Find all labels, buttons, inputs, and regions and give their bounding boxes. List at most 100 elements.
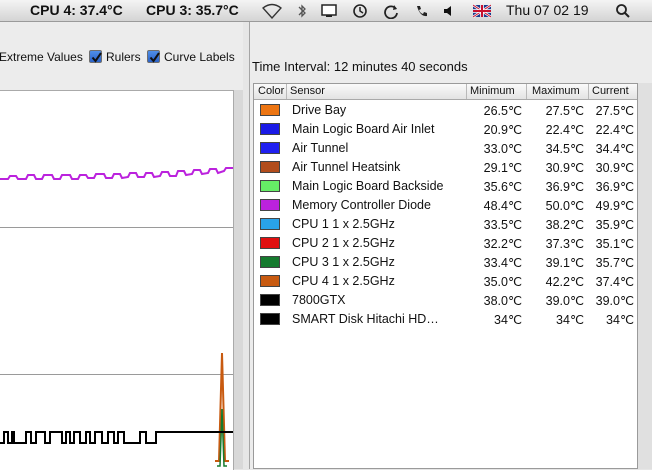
curve-labels-label[interactable]: Curve Labels [164, 50, 235, 64]
current-value: 34℃ [606, 313, 634, 327]
phone-icon[interactable] [414, 3, 430, 19]
rulers-label[interactable]: Rulers [106, 50, 141, 64]
minimum-value: 33.5℃ [483, 218, 522, 232]
table-row[interactable]: CPU 4 1 x 2.5GHz 35.0℃ 42.2℃ 37.4℃ [254, 272, 637, 291]
current-value: 36.9℃ [595, 180, 634, 194]
column-minimum[interactable]: Minimum [470, 85, 515, 97]
color-swatch[interactable] [260, 104, 280, 116]
table-row[interactable]: Main Logic Board Air Inlet 20.9℃ 22.4℃ 22.4… [254, 120, 637, 139]
table-row[interactable]: Drive Bay 26.5℃ 27.5℃ 27.5℃ [254, 101, 637, 120]
wifi-icon[interactable] [262, 3, 282, 19]
cpu4-temperature[interactable]: CPU 4: 37.4°C [30, 2, 123, 18]
maximum-value: 39.1℃ [545, 256, 584, 270]
color-swatch[interactable] [260, 275, 280, 287]
current-value: 35.1℃ [595, 237, 634, 251]
color-swatch[interactable] [260, 294, 280, 306]
menubar-clock[interactable]: Thu 07 02 19 [506, 2, 589, 18]
color-swatch[interactable] [260, 199, 280, 211]
color-swatch[interactable] [260, 180, 280, 192]
current-value: 49.9℃ [595, 199, 634, 213]
maximum-value: 42.2℃ [545, 275, 584, 289]
current-value: 35.9℃ [595, 218, 634, 232]
minimum-value: 38.0℃ [483, 294, 522, 308]
maximum-value: 34℃ [556, 313, 584, 327]
column-color[interactable]: Color [258, 85, 284, 97]
table-row[interactable]: SMART Disk Hitachi HD… 34℃ 34℃ 34℃ [254, 310, 637, 329]
table-row[interactable]: CPU 3 1 x 2.5GHz 33.4℃ 39.1℃ 35.7℃ [254, 253, 637, 272]
table-row[interactable]: Air Tunnel 33.0℃ 34.5℃ 34.4℃ [254, 139, 637, 158]
current-value: 30.9℃ [595, 161, 634, 175]
sensor-name: CPU 1 1 x 2.5GHz [292, 217, 395, 231]
bluetooth-icon[interactable] [294, 3, 310, 19]
sensor-name: Main Logic Board Backside [292, 179, 444, 193]
sensor-window: Time Interval: 12 minutes 40 seconds Col… [249, 22, 652, 469]
color-swatch[interactable] [260, 256, 280, 268]
column-sensor[interactable]: Sensor [290, 85, 325, 97]
7800gtx-curve [0, 431, 233, 444]
maximum-value: 30.9℃ [545, 161, 584, 175]
minimum-value: 29.1℃ [483, 161, 522, 175]
temperature-graph[interactable] [0, 90, 234, 470]
sync-icon[interactable] [383, 3, 399, 19]
sensor-name: Memory Controller Diode [292, 198, 431, 212]
graph-scrollbar[interactable] [234, 90, 243, 469]
checkmark-icon [91, 52, 102, 63]
sensor-name: Main Logic Board Air Inlet [292, 122, 435, 136]
current-value: 22.4℃ [595, 123, 634, 137]
table-row[interactable]: Memory Controller Diode 48.4℃ 50.0℃ 49.9℃ [254, 196, 637, 215]
minimum-value: 48.4℃ [483, 199, 522, 213]
table-row[interactable]: Main Logic Board Backside 35.6℃ 36.9℃ 36.9℃ [254, 177, 637, 196]
display-icon[interactable] [321, 3, 337, 19]
minimum-value: 33.4℃ [483, 256, 522, 270]
color-swatch[interactable] [260, 218, 280, 230]
minimum-value: 32.2℃ [483, 237, 522, 251]
time-machine-icon[interactable] [352, 3, 368, 19]
maximum-value: 37.3℃ [545, 237, 584, 251]
curve-labels-checkbox[interactable] [147, 50, 160, 63]
uk-flag-icon[interactable] [473, 3, 491, 19]
graph-toolbar: Extreme Values Rulers Curve Labels [0, 22, 243, 90]
minimum-value: 34℃ [494, 313, 522, 327]
maximum-value: 38.2℃ [545, 218, 584, 232]
maximum-value: 36.9℃ [545, 180, 584, 194]
table-row[interactable]: 7800GTX 38.0℃ 39.0℃ 39.0℃ [254, 291, 637, 310]
color-swatch[interactable] [260, 237, 280, 249]
volume-icon[interactable] [441, 3, 457, 19]
extreme-values-label[interactable]: Extreme Values [0, 50, 83, 64]
column-maximum[interactable]: Maximum [532, 85, 580, 97]
cpu3-temperature[interactable]: CPU 3: 35.7°C [146, 2, 239, 18]
minimum-value: 20.9℃ [483, 123, 522, 137]
maximum-value: 34.5℃ [545, 142, 584, 156]
minimum-value: 35.0℃ [483, 275, 522, 289]
current-value: 34.4℃ [595, 142, 634, 156]
color-swatch[interactable] [260, 142, 280, 154]
minimum-value: 26.5℃ [483, 104, 522, 118]
memory-controller-curve [0, 167, 233, 180]
color-swatch[interactable] [260, 313, 280, 325]
column-current[interactable]: Current [592, 85, 629, 97]
table-scrollbar[interactable] [638, 83, 652, 469]
checkmark-icon [149, 52, 160, 63]
sensor-name: Drive Bay [292, 103, 347, 117]
color-swatch[interactable] [260, 123, 280, 135]
maximum-value: 27.5℃ [545, 104, 584, 118]
maximum-value: 22.4℃ [545, 123, 584, 137]
sensor-name: SMART Disk Hitachi HD… [292, 312, 439, 326]
table-row[interactable]: Air Tunnel Heatsink 29.1℃ 30.9℃ 30.9℃ [254, 158, 637, 177]
sensor-name: 7800GTX [292, 293, 346, 307]
sensor-name: CPU 2 1 x 2.5GHz [292, 236, 395, 250]
table-row[interactable]: CPU 1 1 x 2.5GHz 33.5℃ 38.2℃ 35.9℃ [254, 215, 637, 234]
color-swatch[interactable] [260, 161, 280, 173]
current-value: 37.4℃ [595, 275, 634, 289]
sensor-name: Air Tunnel [292, 141, 349, 155]
sensor-table: Color Sensor Minimum Maximum Current Dri… [253, 83, 638, 469]
table-row[interactable]: CPU 2 1 x 2.5GHz 32.2℃ 37.3℃ 35.1℃ [254, 234, 637, 253]
sensor-name: CPU 4 1 x 2.5GHz [292, 274, 395, 288]
maximum-value: 50.0℃ [545, 199, 584, 213]
current-value: 39.0℃ [595, 294, 634, 308]
current-value: 35.7℃ [595, 256, 634, 270]
spotlight-icon[interactable] [615, 3, 631, 19]
rulers-checkbox[interactable] [89, 50, 102, 63]
minimum-value: 35.6℃ [483, 180, 522, 194]
menu-bar: CPU 4: 37.4°C CPU 3: 35.7°C Thu 07 02 19 [0, 0, 652, 22]
